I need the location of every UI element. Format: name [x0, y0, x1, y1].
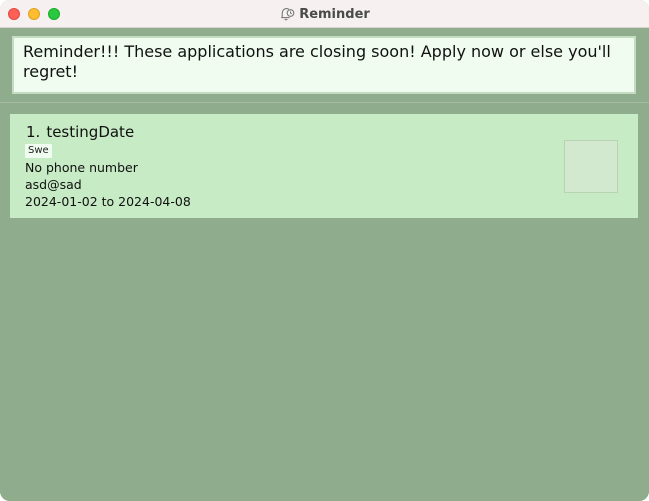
reminder-message-area: Reminder!!! These applications are closi…	[0, 28, 649, 102]
application-list[interactable]: 1. testingDate Swe No phone number asd@sa…	[0, 103, 649, 501]
window-title: Reminder	[299, 6, 370, 22]
application-index: 1.	[26, 123, 41, 141]
window-title-group: Reminder	[0, 0, 649, 28]
application-dates: 2024-01-02 to 2024-04-08	[25, 194, 191, 209]
application-thumbnail	[564, 140, 618, 193]
application-phone: No phone number	[25, 160, 138, 175]
reminder-message-box[interactable]: Reminder!!! These applications are closi…	[12, 36, 636, 94]
bell-clock-icon	[279, 6, 295, 22]
application-card[interactable]: 1. testingDate Swe No phone number asd@sa…	[10, 114, 638, 218]
application-email: asd@sad	[25, 177, 82, 192]
application-name: testingDate	[46, 123, 135, 141]
role-tag: Swe	[25, 144, 52, 158]
application-title: 1. testingDate	[26, 123, 134, 141]
title-bar[interactable]: Reminder	[0, 0, 649, 28]
reminder-message-text: Reminder!!! These applications are closi…	[23, 42, 611, 81]
reminder-window: Reminder Reminder!!! These applications …	[0, 0, 649, 501]
